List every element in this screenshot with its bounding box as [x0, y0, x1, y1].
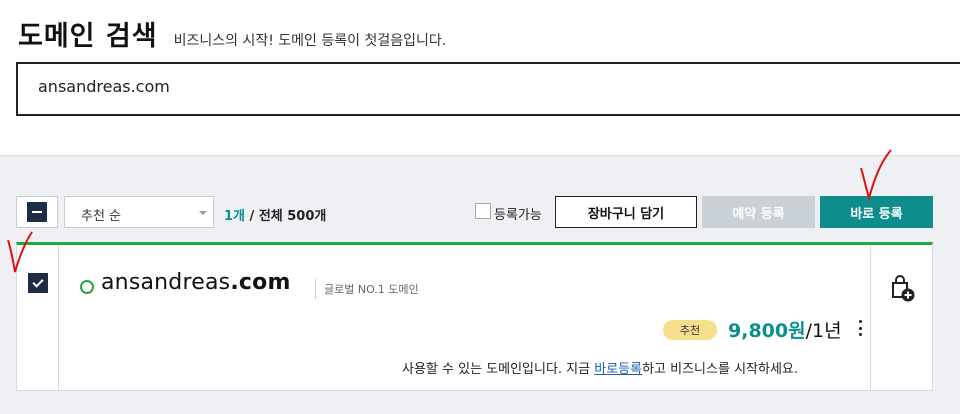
domain-search-input[interactable] [38, 77, 938, 96]
checkmark-icon [32, 275, 44, 288]
minus-icon [32, 211, 42, 213]
reserve-register-button[interactable]: 예약 등록 [702, 196, 815, 228]
available-only-label[interactable]: 등록가능 [494, 204, 542, 223]
page-title: 도메인 검색 [18, 21, 158, 52]
price: 9,800원/1년 [728, 316, 842, 343]
search-box[interactable] [16, 62, 960, 116]
total-count: / 전체 500개 [249, 209, 327, 224]
result-count: 1개 / 전체 500개 [224, 205, 326, 224]
domain-result-row: ansandreas.com 글로벌 NO.1 도메인 추천 9,800원/1년… [16, 242, 933, 391]
sort-dropdown-value: 추천 순 [81, 209, 122, 224]
domain-tag: 글로벌 NO.1 도메인 [324, 283, 419, 296]
row-checkbox[interactable] [28, 273, 48, 293]
row-check-cell [17, 245, 59, 391]
price-amount: 9,800원 [728, 320, 806, 342]
add-to-cart-button[interactable]: 장바구니 담기 [555, 196, 697, 228]
register-now-button[interactable]: 바로 등록 [820, 196, 933, 228]
domain-name: ansandreas.com [101, 270, 291, 295]
domain-tld: .com [230, 270, 291, 295]
availability-message: 사용할 수 있는 도메인입니다. 지금 바로등록하고 비즈니스를 시작하세요. [402, 358, 798, 377]
sort-dropdown[interactable]: 추천 순 [64, 196, 214, 228]
selected-count: 1개 [224, 209, 246, 224]
divider [315, 279, 316, 299]
info-suffix: 하고 비즈니스를 시작하세요. [642, 362, 798, 377]
select-all-checkbox[interactable] [27, 202, 47, 222]
info-prefix: 사용할 수 있는 도메인입니다. 지금 [402, 362, 595, 377]
available-only-checkbox[interactable] [475, 203, 491, 219]
recommend-badge: 추천 [663, 320, 717, 340]
chevron-down-icon [199, 211, 207, 215]
register-now-link[interactable]: 바로등록 [594, 362, 642, 377]
available-status-icon [80, 280, 94, 294]
kebab-menu-icon[interactable] [855, 318, 865, 338]
price-period[interactable]: /1년 [806, 320, 842, 342]
page-subtitle: 비즈니스의 시작! 도메인 등록이 첫걸음입니다. [173, 33, 447, 49]
domain-label: ansandreas [101, 270, 231, 295]
shopping-bag-plus-icon[interactable] [887, 273, 917, 303]
cart-cell [870, 245, 932, 391]
page-header: 도메인 검색 비즈니스의 시작! 도메인 등록이 첫걸음입니다. [18, 14, 446, 53]
